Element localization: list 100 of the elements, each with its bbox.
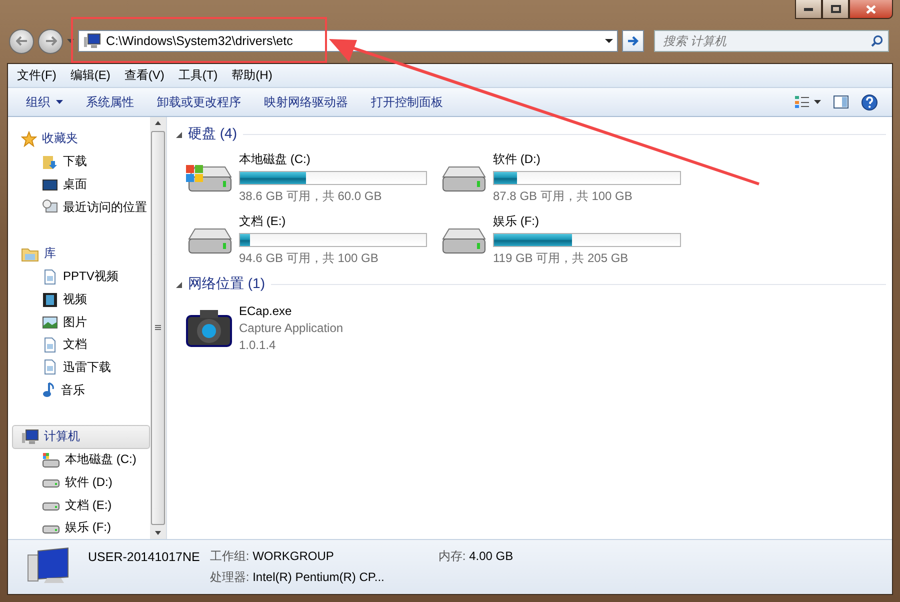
menu-item[interactable]: 工具(T) xyxy=(173,65,223,86)
detail-field: 工作组: WORKGROUP xyxy=(210,548,384,565)
command-button[interactable]: 映射网络驱动器 xyxy=(258,90,354,114)
scroll-thumb[interactable] xyxy=(151,131,165,525)
music-note-icon xyxy=(42,382,56,398)
caret-icon[interactable] xyxy=(67,39,74,43)
sidebar-item[interactable]: 文档 (E:) xyxy=(12,494,150,516)
search-icon xyxy=(871,35,883,47)
drive-space: 38.6 GB 可用，共 60.0 GB xyxy=(239,188,383,205)
film-icon xyxy=(42,292,58,308)
command-button[interactable]: 组织 xyxy=(20,90,69,114)
menu-item[interactable]: 帮助(H) xyxy=(226,65,278,86)
drive-name: 文档 (E:) xyxy=(239,213,287,230)
detail-field: 处理器: Intel(R) Pentium(R) CP... xyxy=(210,569,384,586)
sidebar-item[interactable]: 音乐 xyxy=(12,378,150,402)
app-info: 1.0.1.4 xyxy=(239,338,277,352)
sidebar-header-label: 计算机 xyxy=(44,428,80,446)
view-list-icon xyxy=(794,95,810,109)
drive-space: 119 GB 可用，共 205 GB xyxy=(493,250,630,267)
sidebar-header-label: 库 xyxy=(44,245,56,262)
drive-icon xyxy=(42,452,60,468)
app-info: Capture Application xyxy=(239,321,344,335)
command-button[interactable]: 打开控制面板 xyxy=(365,90,449,114)
sidebar-item-label: 软件 (D:) xyxy=(65,474,112,491)
sidebar-item-label: 最近访问的位置 xyxy=(63,198,147,216)
sidebar-item[interactable]: 本地磁盘 (C:) xyxy=(12,448,150,472)
sidebar-item[interactable]: 文档 xyxy=(12,334,150,356)
desktop-icon xyxy=(42,176,58,193)
sidebar-header[interactable]: 收藏夹 xyxy=(12,127,150,151)
sidebar-item[interactable]: 下载 xyxy=(12,150,150,174)
library-folder-icon xyxy=(21,246,39,262)
drive-tile[interactable]: 本地磁盘 (C:) 38.6 GB 可用，共 60.0 GB xyxy=(185,149,439,207)
menu-item[interactable]: 文件(F) xyxy=(12,65,62,86)
sidebar-item[interactable]: PPTV视频 xyxy=(12,266,150,288)
sidebar-item-label: 娱乐 (F:) xyxy=(65,519,111,536)
collapse-triangle-icon[interactable] xyxy=(175,280,182,288)
sidebar-item[interactable]: 最近访问的位置 xyxy=(12,196,150,218)
drive-tile[interactable]: 软件 (D:) 87.8 GB 可用，共 100 GB xyxy=(439,149,693,207)
sidebar-item-label: 音乐 xyxy=(61,382,85,399)
download-folder-icon xyxy=(42,154,58,170)
go-button[interactable] xyxy=(622,30,644,52)
document-icon xyxy=(42,268,58,285)
computer-icon xyxy=(21,428,39,445)
sidebar-item-label: 桌面 xyxy=(63,176,87,194)
sidebar-item[interactable]: 娱乐 (F:) xyxy=(12,516,150,539)
image-icon xyxy=(42,314,58,330)
detail-field: 内存: 4.00 GB xyxy=(438,548,514,565)
star-icon xyxy=(21,130,37,147)
back-arrow-icon xyxy=(16,36,28,46)
close-button[interactable] xyxy=(849,0,893,19)
drive-name: 娱乐 (F:) xyxy=(493,213,540,230)
sidebar-item-label: 本地磁盘 (C:) xyxy=(65,451,136,468)
right-arrow-icon xyxy=(627,36,639,46)
sidebar-item[interactable]: 图片 xyxy=(12,310,150,334)
back-button[interactable] xyxy=(9,28,34,54)
sidebar-header[interactable]: 库 xyxy=(12,242,150,266)
close-icon xyxy=(866,4,876,14)
menu-item[interactable]: 查看(V) xyxy=(119,65,170,86)
sidebar-item-label: 迅雷下载 xyxy=(63,358,111,376)
sidebar-item-label: 下载 xyxy=(63,153,87,170)
menu-item[interactable]: 编辑(E) xyxy=(65,65,116,86)
drive-tile[interactable]: 娱乐 (F:) 119 GB 可用，共 205 GB xyxy=(439,211,693,269)
maximize-button[interactable] xyxy=(822,0,849,19)
recent-places-icon xyxy=(42,199,58,216)
search-field[interactable]: 搜索 计算机 xyxy=(654,30,889,52)
pane-icon xyxy=(833,95,849,109)
maximize-icon xyxy=(830,5,840,13)
command-button[interactable]: 卸载或更改程序 xyxy=(151,90,247,114)
forward-button[interactable] xyxy=(38,28,63,54)
app-tile[interactable]: ECap.exe Capture Application 1.0.1.4 xyxy=(185,299,439,357)
sidebar-header[interactable]: 计算机 xyxy=(12,424,150,449)
drive-space: 94.6 GB 可用，共 100 GB xyxy=(239,250,380,267)
computer-icon xyxy=(83,33,101,49)
drive-name: 软件 (D:) xyxy=(493,151,542,168)
sidebar-item[interactable]: 软件 (D:) xyxy=(12,471,150,494)
caret-icon xyxy=(56,100,63,104)
computer-name: USER-20141017NE xyxy=(88,550,200,564)
drive-name: 本地磁盘 (C:) xyxy=(239,151,312,168)
sidebar-item-label: 图片 xyxy=(63,314,87,331)
group-title[interactable]: 网络位置 (1) xyxy=(188,275,265,293)
drive-space: 87.8 GB 可用，共 100 GB xyxy=(493,188,634,205)
camera-icon xyxy=(185,308,233,348)
address-path: C:\Windows\System32\drivers\etc xyxy=(106,34,294,48)
minimize-icon xyxy=(804,8,813,10)
sidebar-item[interactable]: 视频 xyxy=(12,288,150,311)
minimize-button[interactable] xyxy=(795,0,822,19)
command-button[interactable]: 系统属性 xyxy=(80,90,140,114)
collapse-triangle-icon[interactable] xyxy=(175,130,182,138)
sidebar-item-label: 文档 (E:) xyxy=(65,496,112,514)
address-field[interactable]: C:\Windows\System32\drivers\etc xyxy=(78,30,618,52)
sidebar-item[interactable]: 迅雷下载 xyxy=(12,356,150,379)
app-name: ECap.exe xyxy=(239,304,293,318)
forward-arrow-icon xyxy=(44,36,56,46)
document-icon xyxy=(42,359,58,376)
sidebar-header-label: 收藏夹 xyxy=(42,130,78,148)
document-icon xyxy=(42,336,58,353)
drive-tile[interactable]: 文档 (E:) 94.6 GB 可用，共 100 GB xyxy=(185,211,439,269)
scrollbar[interactable] xyxy=(150,117,166,539)
group-title[interactable]: 硬盘 (4) xyxy=(188,125,237,143)
sidebar-item[interactable]: 桌面 xyxy=(12,173,150,196)
